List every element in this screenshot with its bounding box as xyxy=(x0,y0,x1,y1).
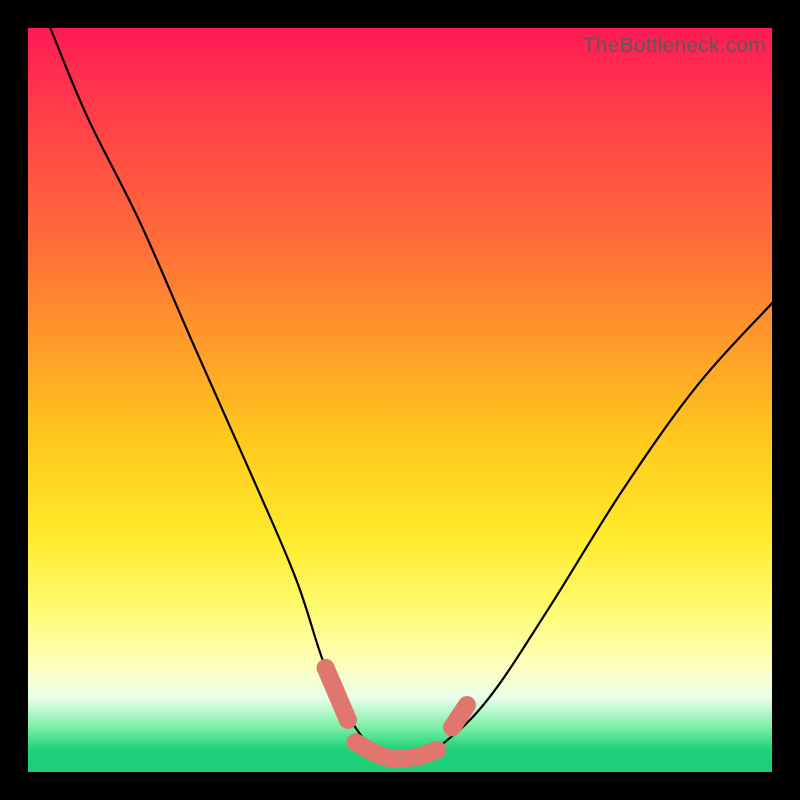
markers-group xyxy=(326,668,467,759)
marker-highlight-bottom xyxy=(355,742,437,758)
bottleneck-curve xyxy=(50,28,772,760)
marker-highlight-left xyxy=(326,668,348,720)
chart-frame: TheBottleneck.com xyxy=(0,0,800,800)
chart-svg xyxy=(28,28,772,772)
marker-highlight-right xyxy=(452,705,467,727)
plot-area: TheBottleneck.com xyxy=(28,28,772,772)
